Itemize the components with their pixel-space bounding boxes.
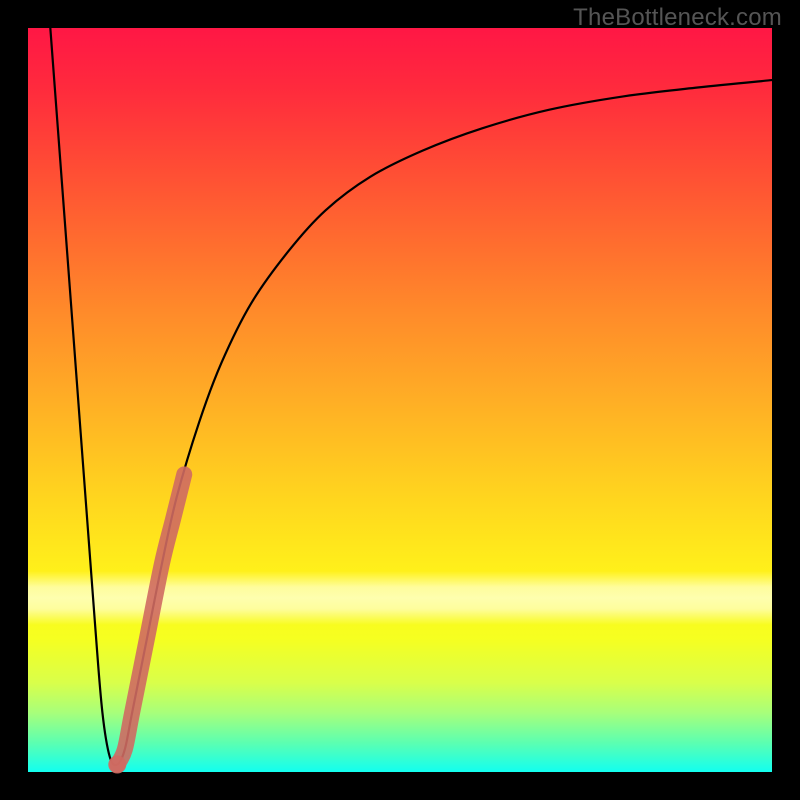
curve-minimum-dot bbox=[108, 756, 126, 774]
chart-svg bbox=[28, 28, 772, 772]
highlight-overlay bbox=[117, 474, 184, 764]
plot-area bbox=[28, 28, 772, 772]
watermark-text: TheBottleneck.com bbox=[573, 4, 782, 32]
curve-line bbox=[50, 28, 772, 765]
